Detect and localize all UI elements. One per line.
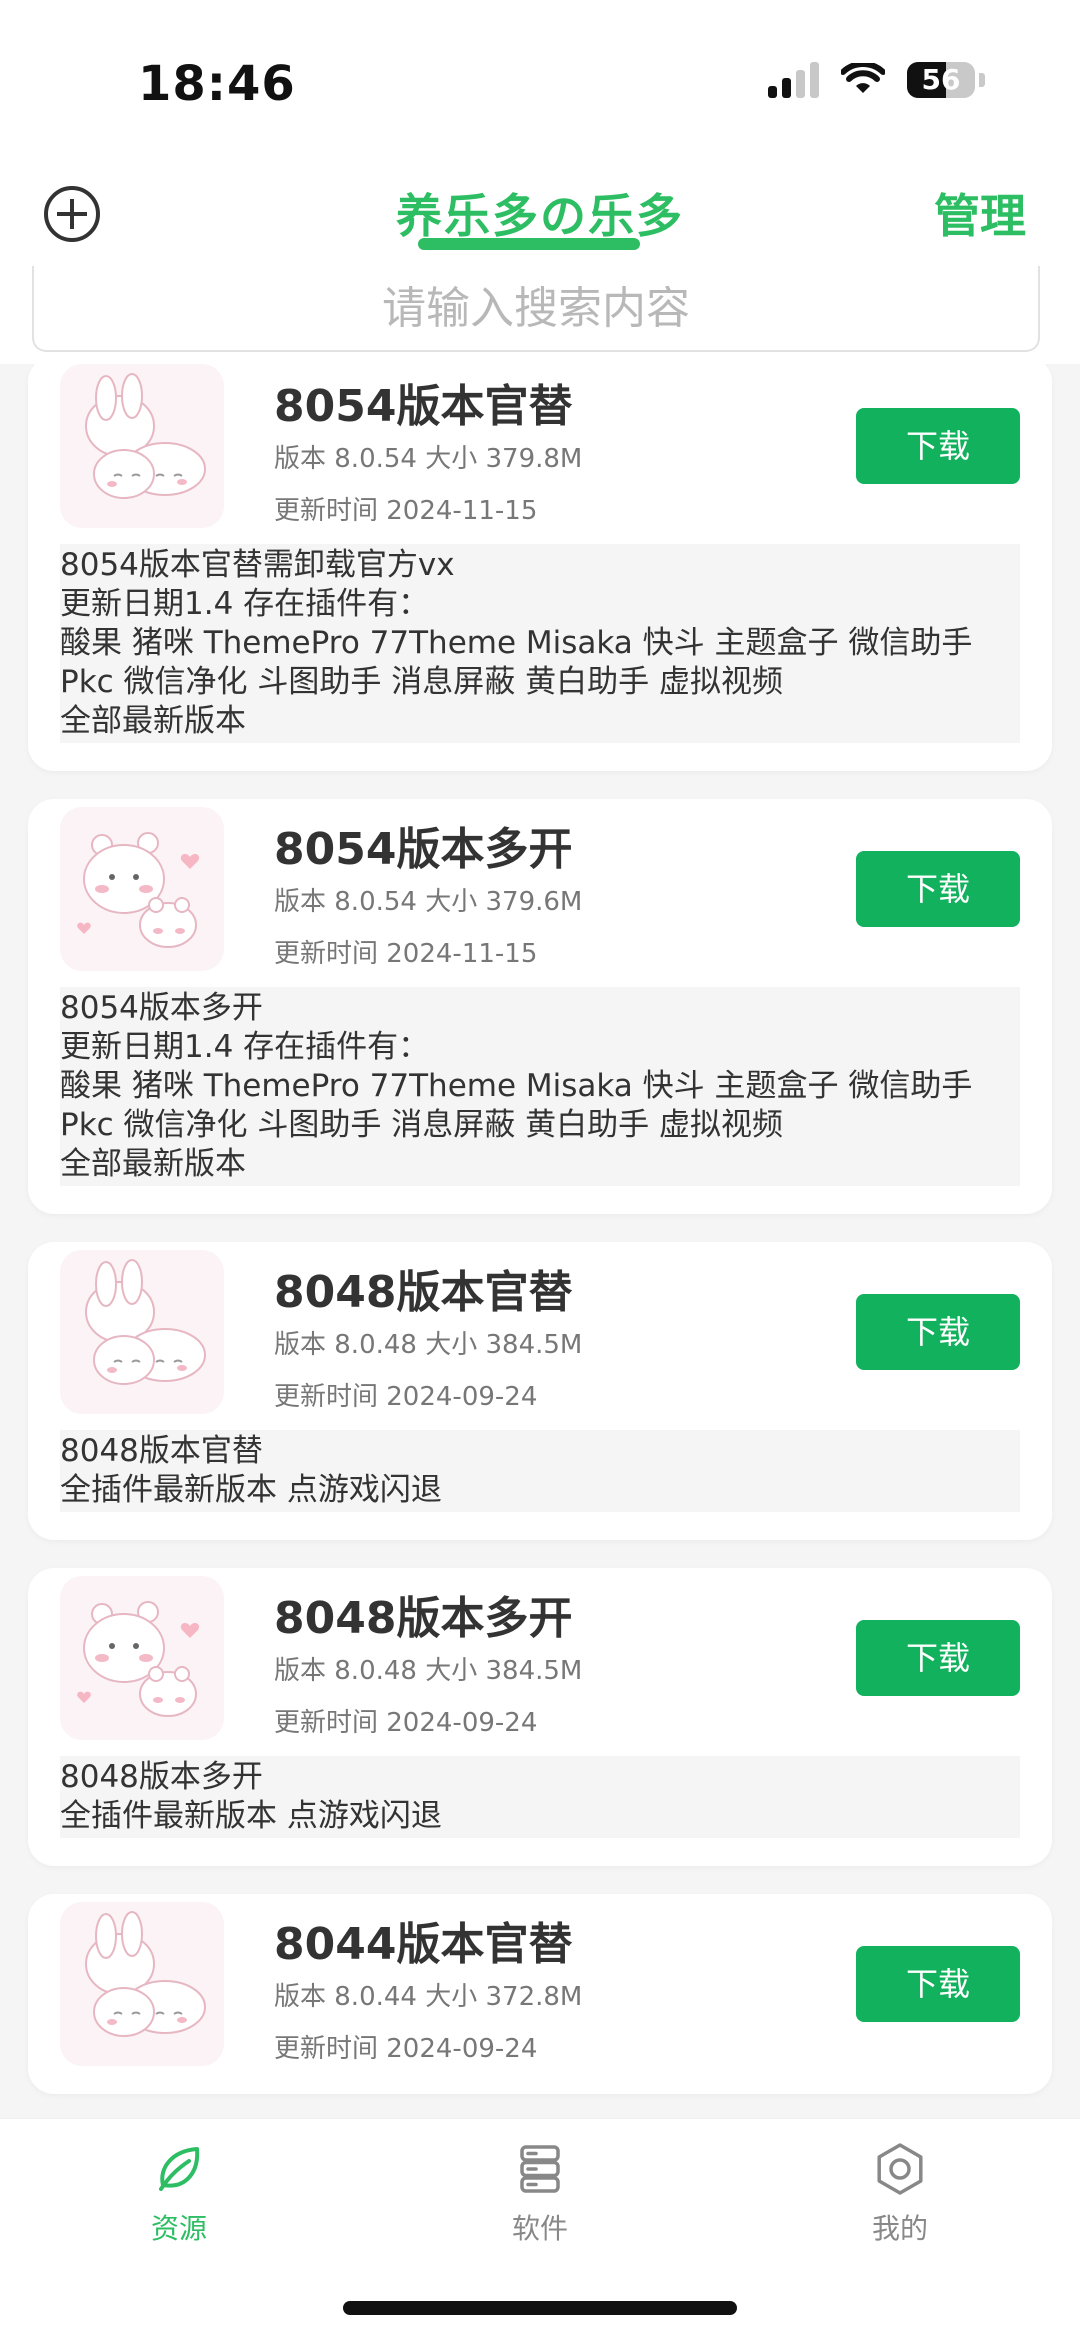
battery-cap: [979, 73, 985, 87]
card-title: 8048版本官替: [274, 1267, 573, 1318]
tab-software-label: 软件: [511, 2212, 568, 2245]
card-description: 8048版本官替 全插件最新版本 点游戏闪退: [60, 1430, 1020, 1512]
card-description-line: 8048版本多开: [60, 1759, 263, 1795]
tab-resources-label: 资源: [150, 2212, 207, 2245]
status-bar: 18:46 56: [0, 0, 1080, 160]
download-button[interactable]: 下载: [856, 1294, 1020, 1370]
card-description-line: 更新日期1.4 存在插件有：: [60, 1029, 430, 1065]
title-underline: [418, 238, 640, 250]
card-header: 8044版本官替 版本 8.0.44 大小 372.8M 更新时间 2024-0…: [60, 1902, 1020, 2066]
bunny-cat-sticker-icon: [60, 1250, 224, 1414]
bears-heart-sticker-icon: [60, 807, 224, 971]
card-description-line: 8048版本官替: [60, 1433, 263, 1469]
card-description: 8054版本官替需卸载官方vx 更新日期1.4 存在插件有： 酸果 猪咪 Theme…: [60, 544, 1020, 743]
resource-card[interactable]: 8054版本多开 版本 8.0.54 大小 379.6M 更新时间 2024-1…: [28, 799, 1052, 1214]
home-indicator: [343, 2301, 737, 2315]
resource-card[interactable]: 8044版本官替 版本 8.0.44 大小 372.8M 更新时间 2024-0…: [28, 1894, 1052, 2094]
tab-software[interactable]: 软件: [440, 2139, 640, 2247]
card-title: 8054版本多开: [274, 824, 573, 875]
wifi-icon: [841, 63, 885, 93]
card-header: 8048版本官替 版本 8.0.48 大小 384.5M 更新时间 2024-0…: [60, 1250, 1020, 1414]
card-description-line: 更新日期1.4 存在插件有：: [60, 586, 430, 622]
download-button[interactable]: 下载: [856, 1620, 1020, 1696]
manage-button[interactable]: 管理: [934, 180, 1026, 246]
card-updated-time: 更新时间 2024-09-24: [274, 1382, 538, 1412]
tab-mine-label: 我的: [871, 2212, 928, 2245]
search-box: [32, 266, 1040, 352]
card-description-line: 全插件最新版本 点游戏闪退: [60, 1472, 442, 1508]
app-header: 养乐多の乐多 管理: [0, 160, 1080, 270]
card-description-line: 全插件最新版本 点游戏闪退: [60, 1798, 442, 1834]
card-version-size: 版本 8.0.48 大小 384.5M: [274, 1330, 583, 1360]
card-updated-time: 更新时间 2024-11-15: [274, 496, 538, 526]
card-version-size: 版本 8.0.48 大小 384.5M: [274, 1656, 583, 1686]
card-updated-time: 更新时间 2024-09-24: [274, 1708, 538, 1738]
card-version-size: 版本 8.0.54 大小 379.8M: [274, 444, 583, 474]
tab-resources[interactable]: 资源: [79, 2139, 279, 2247]
card-description-line: 酸果 猪咪 ThemePro 77Theme Misaka 快斗 主题盒子 微信…: [60, 1068, 973, 1104]
resource-card[interactable]: 8054版本官替 版本 8.0.54 大小 379.8M 更新时间 2024-1…: [28, 364, 1052, 771]
status-time: 18:46: [138, 56, 296, 112]
resource-card[interactable]: 8048版本官替 版本 8.0.48 大小 384.5M 更新时间 2024-0…: [28, 1242, 1052, 1540]
card-description-line: 全部最新版本: [60, 1146, 246, 1182]
download-button[interactable]: 下载: [856, 851, 1020, 927]
card-header: 8054版本多开 版本 8.0.54 大小 379.6M 更新时间 2024-1…: [60, 807, 1020, 971]
card-description-line: 全部最新版本: [60, 703, 246, 739]
database-icon: [520, 2145, 560, 2193]
card-version-size: 版本 8.0.44 大小 372.8M: [274, 1982, 583, 2012]
bunny-cat-sticker-icon: [60, 364, 224, 528]
leaf-icon: [159, 2147, 200, 2191]
status-icons: 56: [768, 62, 985, 98]
resource-card[interactable]: 8048版本多开 版本 8.0.48 大小 384.5M 更新时间 2024-0…: [28, 1568, 1052, 1866]
cellular-signal-icon: [768, 62, 819, 98]
card-header: 8054版本官替 版本 8.0.54 大小 379.8M 更新时间 2024-1…: [60, 364, 1020, 528]
card-updated-time: 更新时间 2024-11-15: [274, 939, 538, 969]
card-description-line: Pkc 微信净化 斗图助手 消息屏蔽 黄白助手 虚拟视频: [60, 664, 783, 700]
tab-mine[interactable]: 我的: [800, 2139, 1000, 2247]
card-title: 8054版本官替: [274, 381, 573, 432]
resource-list[interactable]: 8054版本官替 版本 8.0.54 大小 379.8M 更新时间 2024-1…: [0, 364, 1080, 2118]
resource-list-items: 8054版本官替 版本 8.0.54 大小 379.8M 更新时间 2024-1…: [0, 364, 1080, 2118]
bunny-cat-sticker-icon: [60, 1902, 224, 2066]
card-description-line: 8054版本官替需卸载官方vx: [60, 547, 455, 583]
battery-level: 56: [921, 63, 961, 96]
card-description: 8048版本多开 全插件最新版本 点游戏闪退: [60, 1756, 1020, 1838]
download-button[interactable]: 下载: [856, 408, 1020, 484]
bears-heart-sticker-icon: [60, 1576, 224, 1740]
download-button[interactable]: 下载: [856, 1946, 1020, 2022]
battery-icon: 56: [907, 62, 975, 98]
search-input[interactable]: [34, 266, 1038, 350]
card-header: 8048版本多开 版本 8.0.48 大小 384.5M 更新时间 2024-0…: [60, 1576, 1020, 1740]
card-title: 8044版本官替: [274, 1919, 573, 1970]
card-title: 8048版本多开: [274, 1593, 573, 1644]
app-title: 养乐多の乐多: [396, 189, 684, 243]
card-version-size: 版本 8.0.54 大小 379.6M: [274, 887, 583, 917]
card-description-line: 8054版本多开: [60, 990, 263, 1026]
card-description: 8054版本多开 更新日期1.4 存在插件有： 酸果 猪咪 ThemePro 77T…: [60, 987, 1020, 1186]
card-updated-time: 更新时间 2024-09-24: [274, 2034, 538, 2064]
gear-icon: [877, 2143, 923, 2195]
card-description-line: 酸果 猪咪 ThemePro 77Theme Misaka 快斗 主题盒子 微信…: [60, 625, 973, 661]
card-description-line: Pkc 微信净化 斗图助手 消息屏蔽 黄白助手 虚拟视频: [60, 1107, 783, 1143]
